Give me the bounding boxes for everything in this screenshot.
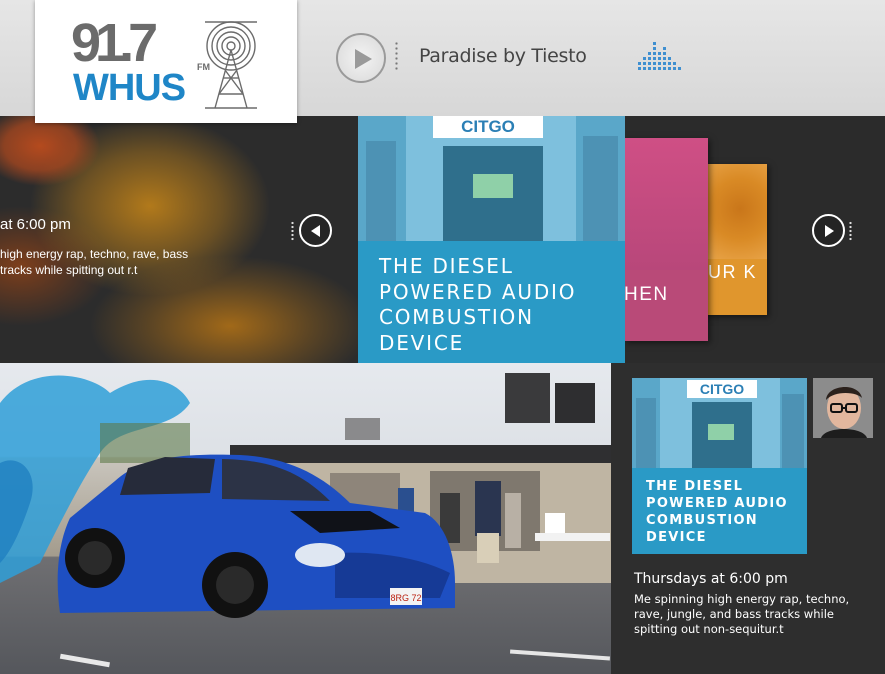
card-orange-label: UR K (708, 262, 758, 282)
show-card-title: THE DIESEL POWERED AUDIO COMBUSTION DEVI… (646, 479, 788, 545)
show-carousel: at 6:00 pm high energy rap, techno, rave… (0, 116, 885, 363)
carousel-prev-button[interactable] (299, 214, 332, 247)
citgo-sign-small: CITGO (687, 380, 757, 398)
logo-frequency: 91.7 (71, 13, 158, 73)
arrow-right-icon (825, 225, 834, 237)
card-main-label: THE DIESEL POWERED AUDIO COMBUSTION DEVI… (379, 254, 577, 355)
left-panel-time: at 6:00 pm (0, 216, 71, 233)
license-plate: 8RG 72 (390, 593, 421, 603)
card-orange-photo (700, 164, 767, 259)
show-card[interactable]: CITGO THE DIESEL POWERED AUDIO COMBUSTIO… (632, 378, 807, 554)
show-card-photo: CITGO (632, 378, 807, 468)
prev-divider (291, 221, 294, 241)
carousel-card-pink[interactable]: HEN (624, 138, 708, 341)
citgo-sign: CITGO (433, 116, 543, 138)
show-time: Thursdays at 6:00 pm (634, 571, 788, 587)
carousel-next-button[interactable] (812, 214, 845, 247)
featured-car-image: 8RG 72 (0, 373, 611, 668)
station-logo[interactable]: 91.7 FM WHUS (35, 0, 297, 123)
carousel-card-orange[interactable]: UR K (700, 164, 767, 315)
card-pink-photo (624, 138, 708, 270)
play-button[interactable] (336, 33, 386, 83)
dj-portrait (813, 378, 873, 438)
player-divider (395, 41, 398, 71)
arrow-left-icon (311, 225, 320, 237)
left-panel-description: high energy rap, techno, rave, bass trac… (0, 247, 189, 277)
card-pink-label: HEN (624, 284, 669, 305)
show-description: Me spinning high energy rap, techno, rav… (634, 592, 850, 636)
equalizer-icon[interactable] (637, 40, 683, 72)
antenna-icon (205, 21, 257, 109)
logo-callsign: WHUS (73, 67, 186, 109)
carousel-card-main[interactable]: CITGO THE DIESEL POWERED AUDIO COMBUSTIO… (358, 116, 625, 363)
now-playing-track: Paradise by Tiesto (419, 45, 587, 67)
play-icon (355, 49, 372, 69)
card-main-photo: CITGO (358, 116, 625, 241)
featured-photo: 8RG 72 (0, 363, 611, 674)
dj-avatar[interactable] (813, 378, 873, 438)
next-divider (849, 221, 852, 241)
